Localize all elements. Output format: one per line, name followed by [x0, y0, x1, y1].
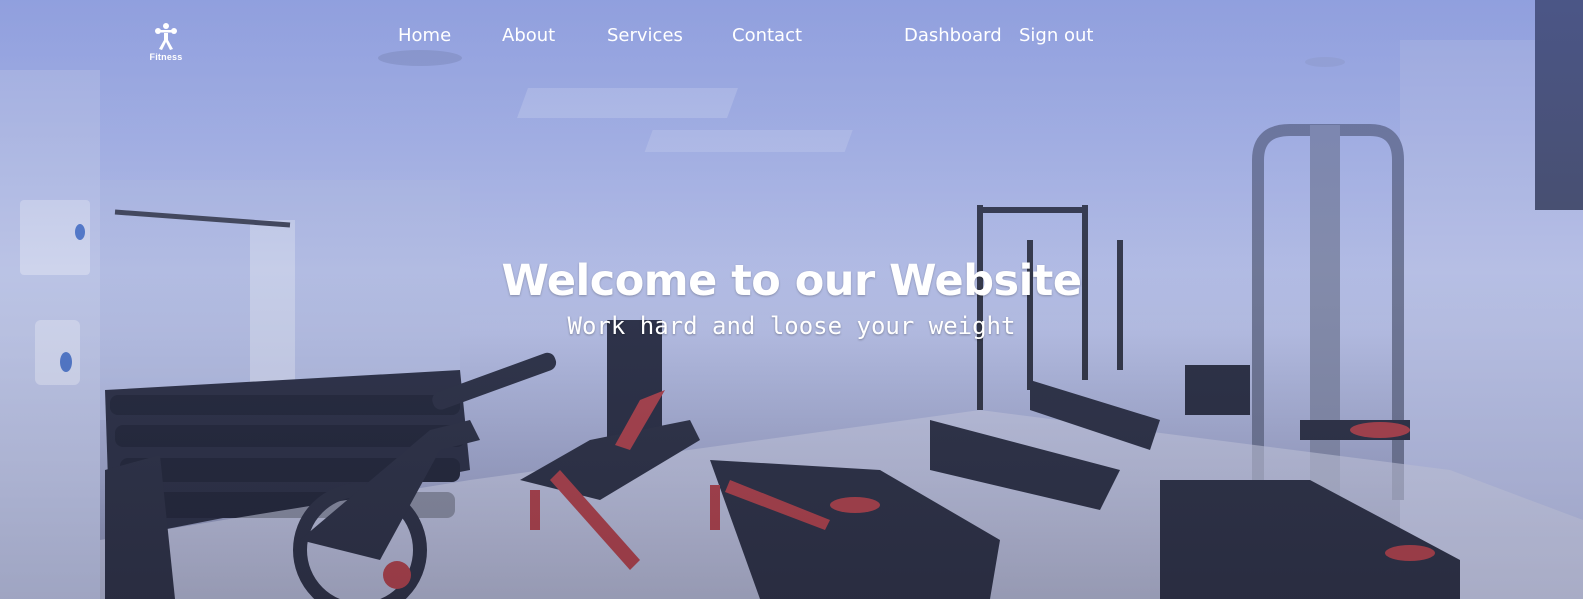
nav-link-contact[interactable]: Contact — [732, 25, 802, 46]
weightlifter-icon — [155, 23, 177, 50]
brand-logo[interactable]: Fitness — [146, 22, 186, 64]
nav-link-dashboard[interactable]: Dashboard — [904, 25, 1002, 46]
logo-text: Fitness — [149, 52, 183, 62]
hero-section: Fitness Home About Services Contact Dash… — [0, 0, 1583, 599]
nav-link-home[interactable]: Home — [398, 25, 451, 46]
hero-subtitle: Work hard and loose your weight — [567, 312, 1016, 340]
nav-link-services[interactable]: Services — [607, 25, 683, 46]
nav-link-sign-out[interactable]: Sign out — [1019, 25, 1093, 46]
nav-link-about[interactable]: About — [502, 25, 555, 46]
hero-title: Welcome to our Website — [501, 256, 1082, 306]
